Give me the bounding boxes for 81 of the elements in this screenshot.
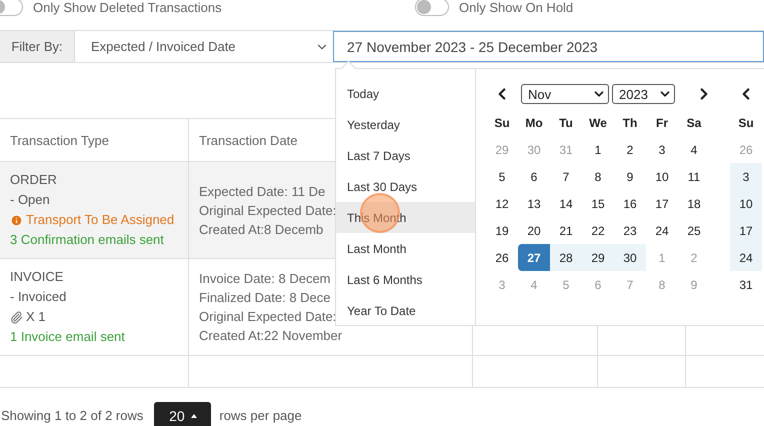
calendar-day[interactable]: 29	[582, 244, 614, 271]
weekday-label: Th	[622, 114, 638, 132]
range-preset[interactable]: Today	[336, 78, 475, 109]
calendar-day[interactable]: 17	[646, 190, 678, 217]
calendar-day[interactable]: 25	[678, 217, 710, 244]
type-line: 1 Invoice email sent	[10, 328, 126, 346]
range-preset[interactable]: Year To Date	[336, 295, 475, 325]
type-line: - Open	[10, 191, 51, 209]
type-line: - Invoiced	[10, 288, 68, 306]
toggle-switch[interactable]	[415, 0, 449, 16]
toggle-label: Only Show On Hold	[459, 0, 574, 14]
pagination-summary: Showing 1 to 2 of 2 rows	[1, 408, 144, 423]
calendar-day[interactable]: 12	[486, 190, 518, 217]
calendar-day[interactable]: 31	[730, 271, 762, 298]
date-line: Original Expected Date:	[199, 202, 336, 220]
paperclip-icon	[10, 310, 23, 324]
date-line: Created At:22 November	[199, 327, 342, 345]
calendar-day[interactable]: 22	[582, 217, 614, 244]
calendar-day[interactable]: 14	[550, 190, 582, 217]
calendar-day[interactable]: 6	[518, 163, 550, 190]
range-preset[interactable]: Last 30 Days	[336, 171, 475, 202]
filter-field-select[interactable]: Expected / Invoiced Date	[75, 31, 333, 62]
calendar-day[interactable]: 28	[550, 244, 582, 271]
type-line: ORDER	[10, 171, 58, 189]
caret-icon	[190, 414, 197, 418]
calendar-day[interactable]: 24	[646, 217, 678, 244]
type-line: Transport To Be Assigned	[10, 210, 178, 230]
calendar-day[interactable]: 21	[550, 217, 582, 244]
range-preset[interactable]: Last Month	[336, 233, 475, 264]
date-line: Invoice Date: 8 Decem	[199, 270, 331, 288]
year-select[interactable]: 2023	[612, 84, 675, 104]
column-header: Transaction Date	[199, 132, 299, 148]
calendar-day[interactable]: 11	[678, 163, 710, 190]
weekday-label: Su	[737, 114, 755, 132]
calendar-day[interactable]: 7	[550, 163, 582, 190]
calendar-day[interactable]: 5	[486, 163, 518, 190]
date-line: Original Expected Date:	[199, 308, 336, 326]
toggle-label: Only Show Deleted Transactions	[33, 0, 222, 14]
calendar-day[interactable]: 8	[582, 163, 614, 190]
calendar-day[interactable]: 10	[730, 190, 762, 217]
calendar-day[interactable]: 20	[518, 217, 550, 244]
calendar-day[interactable]: 19	[486, 217, 518, 244]
calendar-day[interactable]: 24	[730, 244, 762, 271]
rows-per-page-label: rows per page	[219, 408, 302, 423]
calendar-day[interactable]: 1	[582, 136, 614, 163]
calendar-day[interactable]: 2	[614, 136, 646, 163]
filter-label: Filter By:	[0, 31, 75, 62]
weekday-label: Tu	[558, 114, 574, 132]
date-line: Finalized Date: 8 Dece	[199, 289, 331, 307]
weekday-label: Sa	[686, 114, 702, 132]
range-preset[interactable]: Last 6 Months	[336, 264, 475, 295]
type-line: INVOICE	[10, 268, 64, 286]
range-preset[interactable]: Yesterday	[336, 109, 475, 140]
column-header: Transaction Type	[10, 132, 110, 148]
calendar-day[interactable]: 3	[730, 163, 762, 190]
calendar-day[interactable]: 18	[678, 190, 710, 217]
type-line: 3 Confirmation emails sent	[10, 231, 165, 249]
weekday-label: Mo	[524, 114, 544, 132]
calendar-day[interactable]: 13	[518, 190, 550, 217]
range-preset[interactable]: Last 7 Days	[336, 140, 475, 171]
calendar-day[interactable]: 10	[646, 163, 678, 190]
calendar-day[interactable]: 9	[614, 163, 646, 190]
weekday-label: We	[588, 114, 608, 132]
calendar-day[interactable]: 15	[582, 190, 614, 217]
weekday-label: Su	[493, 114, 511, 132]
month-select[interactable]: Nov	[521, 84, 609, 104]
calendar-day[interactable]: 26	[486, 244, 518, 271]
calendar-day[interactable]: 30	[614, 244, 646, 271]
calendar-day[interactable]: 17	[730, 217, 762, 244]
weekday-label: Fr	[655, 114, 669, 132]
type-line: X 1	[10, 307, 178, 327]
info-icon	[10, 214, 23, 226]
calendar-day[interactable]: 4	[678, 136, 710, 163]
calendar-day[interactable]: 16	[614, 190, 646, 217]
calendar-day[interactable]: 3	[646, 136, 678, 163]
date-line: Created At:8 Decemb	[199, 220, 324, 238]
page-size-button[interactable]: 20	[154, 402, 212, 426]
calendar-day[interactable]: 23	[614, 217, 646, 244]
date-range-field[interactable]: 27 November 2023 - 25 December 2023	[333, 31, 764, 62]
calendar-day[interactable]: 27	[518, 244, 550, 271]
date-line: Expected Date: 11 De	[199, 182, 326, 200]
